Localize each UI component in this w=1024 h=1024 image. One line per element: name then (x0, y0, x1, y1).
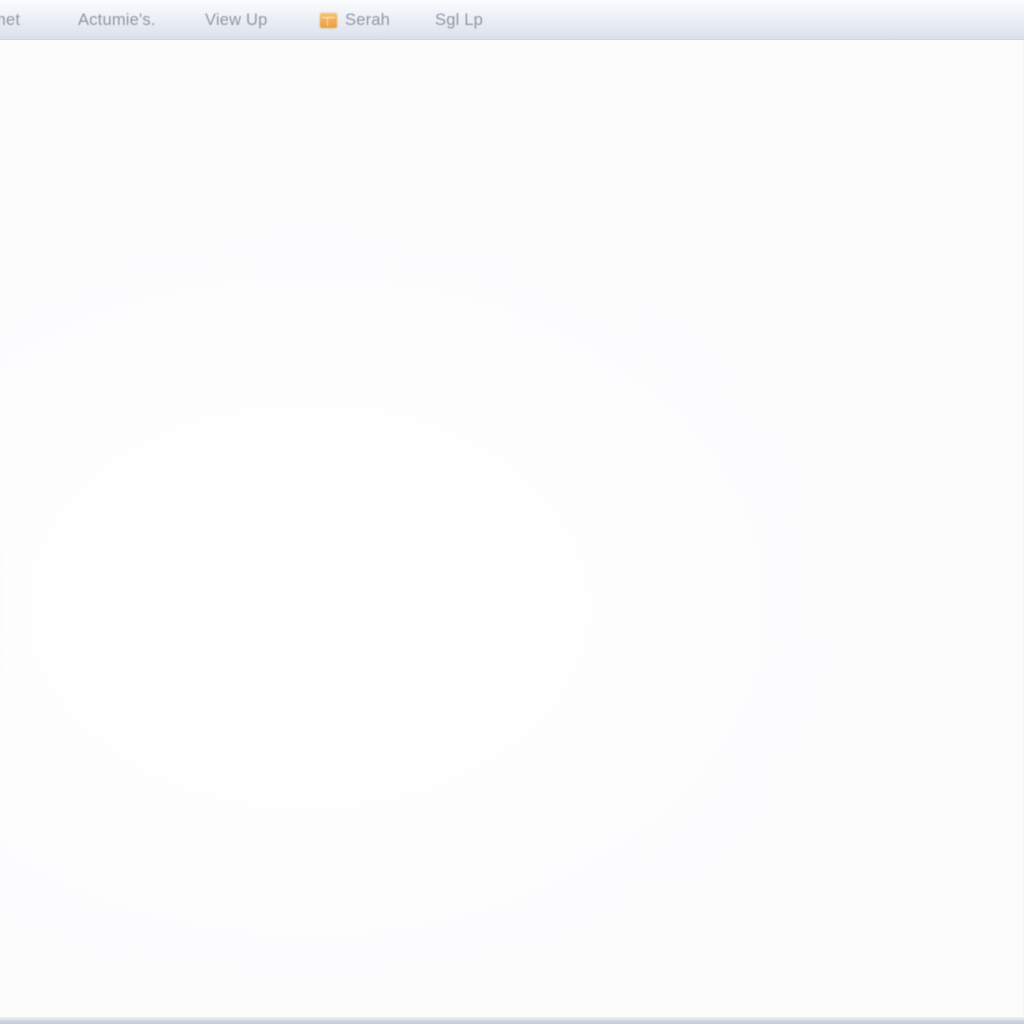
content-area[interactable] (0, 40, 1024, 1017)
menu-item-label: View Up (205, 10, 268, 29)
menu-item-actumies[interactable]: Actumie's. (78, 0, 156, 39)
menu-item-met[interactable]: met (0, 0, 21, 39)
menu-item-label: Serah (345, 10, 391, 29)
menu-item-sgl-lp[interactable]: Sgl Lp (435, 0, 483, 39)
folder-icon (320, 12, 337, 28)
menu-item-label: Sgl Lp (435, 10, 483, 29)
toolbar-menu-bar: met Actumie's. View Up Serah Sgl Lp (0, 0, 1024, 40)
status-strip (0, 1017, 1024, 1024)
menu-item-serah[interactable]: Serah (320, 0, 391, 39)
menu-item-label: met (0, 10, 21, 29)
menu-item-label: Actumie's. (78, 10, 156, 29)
application-window: met Actumie's. View Up Serah Sgl Lp (0, 0, 1024, 1024)
menu-item-view-up[interactable]: View Up (205, 0, 268, 39)
content-canvas (1, 40, 1023, 1017)
